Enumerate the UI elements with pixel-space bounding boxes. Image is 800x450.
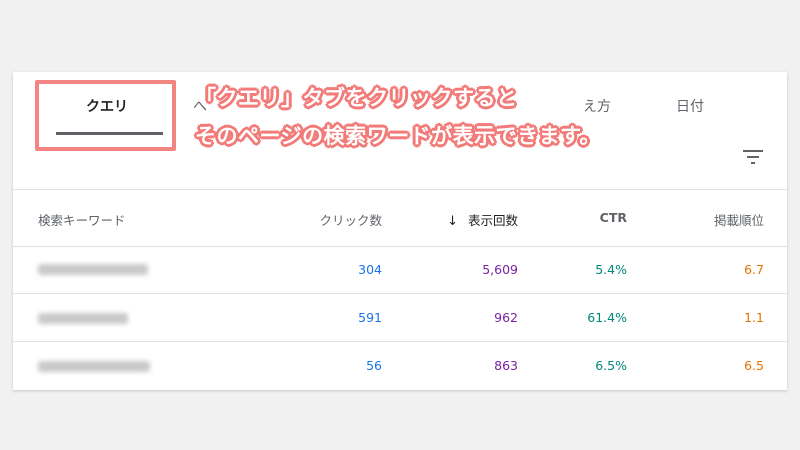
row-divider <box>13 293 787 294</box>
query-tab-highlight <box>35 80 176 151</box>
cell-position: 1.1 <box>744 310 764 325</box>
filter-icon[interactable] <box>743 150 763 164</box>
header-ctr[interactable]: CTR <box>600 210 627 225</box>
cell-impressions: 962 <box>494 310 518 325</box>
cell-position: 6.7 <box>744 262 764 277</box>
header-position[interactable]: 掲載順位 <box>714 210 764 229</box>
row-divider <box>13 341 787 342</box>
header-impressions-label: 表示回数 <box>467 213 518 228</box>
cell-clicks: 304 <box>358 262 382 277</box>
cell-position: 6.5 <box>744 358 764 373</box>
blurred-keyword <box>38 264 148 275</box>
tab-countries[interactable]: え方 <box>583 96 611 116</box>
cell-impressions: 5,609 <box>482 262 518 277</box>
annotation-line-1: 「クエリ」タブをクリックすると <box>195 86 518 110</box>
cell-ctr: 61.4% <box>587 310 627 325</box>
header-clicks[interactable]: クリック数 <box>319 210 382 229</box>
header-keyword[interactable]: 検索キーワード <box>38 210 126 229</box>
cell-clicks: 56 <box>366 358 382 373</box>
blurred-keyword <box>38 313 128 324</box>
header-impressions[interactable]: ↓ 表示回数 <box>447 210 518 229</box>
annotation-line-2: そのページの検索ワードが表示できます。 <box>195 124 601 148</box>
header-divider <box>13 246 787 247</box>
toolbar-divider <box>13 189 787 190</box>
cell-clicks: 591 <box>358 310 382 325</box>
blurred-keyword <box>38 361 150 372</box>
cell-ctr: 6.5% <box>595 358 627 373</box>
cell-ctr: 5.4% <box>595 262 627 277</box>
cell-impressions: 863 <box>494 358 518 373</box>
arrow-down-icon: ↓ <box>447 214 458 229</box>
tab-dates[interactable]: 日付 <box>676 96 704 116</box>
